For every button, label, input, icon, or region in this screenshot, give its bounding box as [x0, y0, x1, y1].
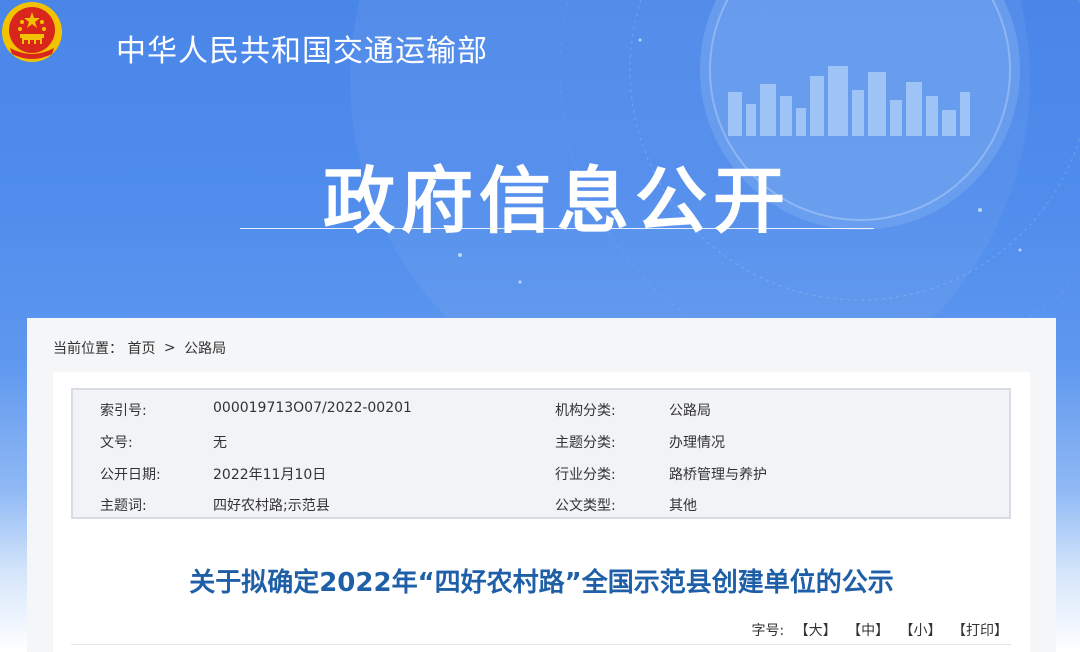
- national-emblem-icon: [2, 2, 62, 62]
- font-size-controls: 字号: 【大】 【中】 【小】 【打印】: [751, 620, 1008, 640]
- info-label: 公文类型:: [555, 498, 616, 514]
- info-table: 索引号: 000019713O07/2022-00201 机构分类: 公路局 文…: [71, 388, 1011, 519]
- info-label: 机构分类:: [555, 403, 616, 419]
- font-small-button[interactable]: 【小】: [900, 623, 942, 639]
- info-label: 文号:: [100, 435, 133, 451]
- info-value: 四好农村路;示范县: [213, 498, 330, 514]
- ministry-name: 中华人民共和国交通运输部: [116, 34, 488, 69]
- info-value: 其他: [669, 498, 697, 514]
- breadcrumb-home-link[interactable]: 首页: [127, 341, 155, 357]
- info-label: 公开日期:: [100, 467, 161, 483]
- info-label: 索引号:: [100, 403, 147, 419]
- document-title: 关于拟确定2022年“四好农村路”全国示范县创建单位的公示: [189, 568, 894, 598]
- info-row: 文号: 无 主题分类: 办理情况: [73, 426, 1009, 456]
- breadcrumb-prefix: 当前位置：: [53, 341, 123, 357]
- info-row: 公开日期: 2022年11月10日 行业分类: 路桥管理与养护: [73, 458, 1009, 488]
- info-row: 索引号: 000019713O07/2022-00201 机构分类: 公路局: [73, 394, 1009, 424]
- font-medium-button[interactable]: 【中】: [847, 623, 889, 639]
- info-value: 办理情况: [669, 435, 725, 451]
- print-button[interactable]: 【打印】: [952, 623, 1008, 639]
- banner-divider: [240, 228, 874, 229]
- breadcrumb: 当前位置： 首页 > 公路局: [53, 338, 226, 358]
- breadcrumb-current-link[interactable]: 公路局: [184, 341, 226, 357]
- info-value: 无: [213, 435, 227, 451]
- info-value: 2022年11月10日: [213, 467, 327, 483]
- main-panel: 当前位置： 首页 > 公路局 索引号: 000019713O07/2022-00…: [27, 318, 1056, 652]
- font-size-label: 字号:: [751, 623, 785, 639]
- info-label: 主题词:: [100, 498, 147, 514]
- info-value: 000019713O07/2022-00201: [213, 400, 412, 416]
- info-row: 主题词: 四好农村路;示范县 公文类型: 其他: [73, 489, 1009, 519]
- info-label: 行业分类:: [555, 467, 616, 483]
- content-divider: [71, 644, 1011, 645]
- info-value: 公路局: [669, 403, 711, 419]
- font-large-button[interactable]: 【大】: [795, 623, 837, 639]
- content-area: 索引号: 000019713O07/2022-00201 机构分类: 公路局 文…: [53, 372, 1030, 652]
- breadcrumb-separator: >: [163, 340, 176, 356]
- banner-title: 政府信息公开: [322, 159, 791, 243]
- info-value: 路桥管理与养护: [669, 467, 767, 483]
- info-label: 主题分类:: [555, 435, 616, 451]
